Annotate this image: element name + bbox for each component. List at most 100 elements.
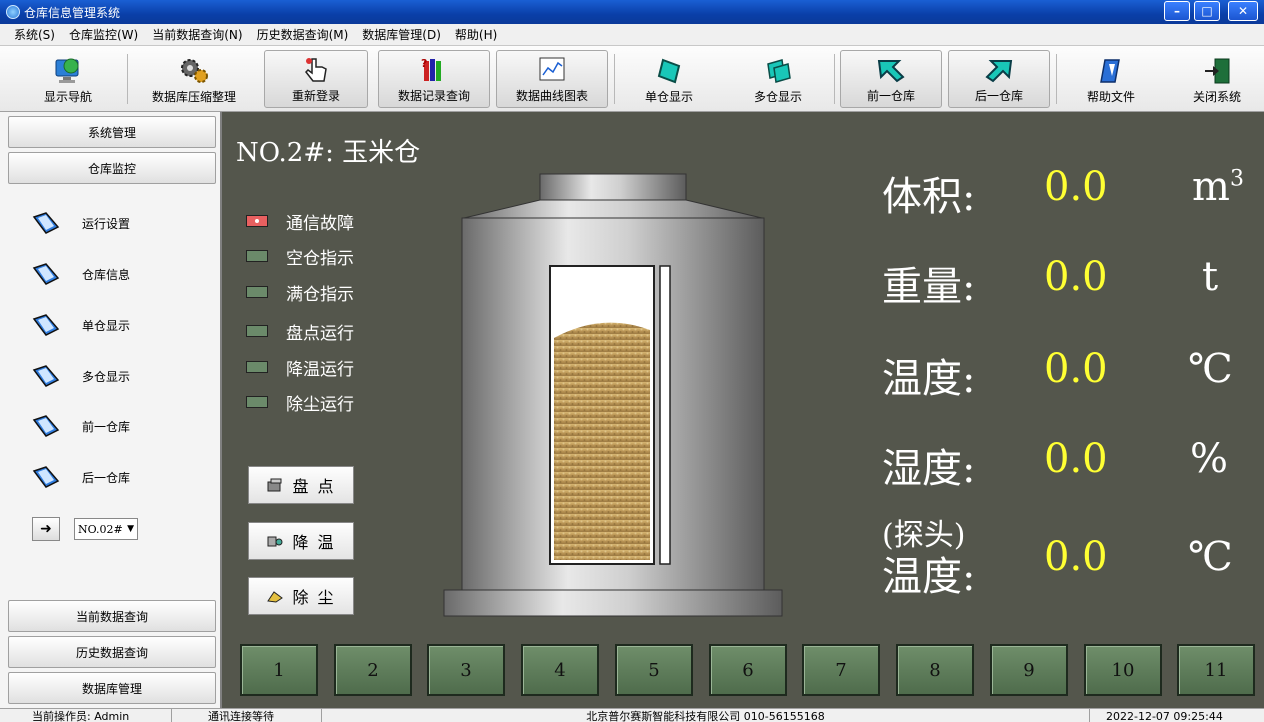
toolbar-help-button[interactable]: 帮助文件 [1064,50,1158,108]
bin-button-7[interactable]: 7 [802,644,880,696]
bin-button-10[interactable]: 10 [1084,644,1162,696]
menu-database[interactable]: 数据库管理(D) [362,26,441,43]
led-icon [246,250,268,262]
chevron-down-icon: ▼ [127,524,134,534]
cooling-icon [266,533,284,549]
status-datetime: 2022-12-07 09:25:44 [1106,710,1223,722]
app-icon [6,5,20,19]
toolbar-exit-button[interactable]: 关闭系统 [1170,50,1264,108]
bin-icon [30,414,60,438]
bin-button-11[interactable]: 11 [1177,644,1255,696]
probe-temp-value: 0.0 [1044,534,1108,580]
prev-arrow-icon [875,55,907,85]
indicator-comm-fault: 通信故障 [246,210,354,234]
bin-button-2[interactable]: 2 [334,644,412,696]
toolbar-multi-bin-button[interactable]: 多仓显示 [730,50,826,108]
sidebar-item-single-bin[interactable]: 单仓显示 [30,310,130,340]
status-comm: 通讯连接等待 [172,709,322,722]
single-bin-icon [653,56,685,86]
go-arrow-button[interactable]: ➜ [32,517,60,541]
led-icon [246,396,268,408]
sidebar-header-database[interactable]: 数据库管理 [8,672,216,704]
volume-unit: m3 [1192,164,1244,210]
sidebar-item-run-settings[interactable]: 运行设置 [30,208,130,238]
bin-select-dropdown[interactable]: NO.02# ▼ [74,518,138,540]
sidebar-header-warehouse-monitor[interactable]: 仓库监控 [8,152,216,184]
sidebar-header-history-query[interactable]: 历史数据查询 [8,636,216,668]
bin-button-1[interactable]: 1 [240,644,318,696]
menu-system[interactable]: 系统(S) [14,26,55,43]
sidebar-header-system[interactable]: 系统管理 [8,116,216,148]
sidebar-item-next-bin[interactable]: 后一仓库 [30,462,130,492]
dust-removal-button[interactable]: 除 尘 [248,577,354,615]
bin-monitor-panel: NO.2#: 玉米仓 通信故障 空仓指示 满仓指示 盘点运行 降温运行 除尘运行… [222,112,1264,708]
silo-illustration [443,173,783,617]
toolbar-record-query-button[interactable]: ? 数据记录查询 [378,50,490,108]
inventory-icon [266,477,284,493]
bin-icon [30,313,60,337]
chart-icon [536,55,568,85]
multi-bin-icon [762,56,794,86]
sidebar-header-current-query[interactable]: 当前数据查询 [8,600,216,632]
probe-temp-unit: ℃ [1188,534,1233,580]
bin-button-5[interactable]: 5 [615,644,693,696]
bin-icon [30,211,60,235]
bin-button-6[interactable]: 6 [709,644,787,696]
svg-text:?: ? [421,57,427,70]
hand-cursor-icon [300,55,332,85]
toolbar-next-bin-button[interactable]: 后一仓库 [948,50,1050,108]
toolbar-db-compact-button[interactable]: 数据库压缩整理 [134,50,254,108]
probe-temp-label-line2: 温度: [882,554,976,600]
probe-temp-label-line1: (探头) [882,518,966,553]
page-title: NO.2#: 玉米仓 [236,138,421,168]
temperature-value: 0.0 [1044,346,1108,392]
dust-icon [266,588,284,604]
toolbar: 显示导航 数据库压缩整理 重新登录 ? 数据记录查询 数据曲线图表 单仓显示 多… [0,46,1264,112]
menu-current-query[interactable]: 当前数据查询(N) [152,26,242,43]
maximize-button[interactable]: □ [1194,1,1220,21]
cooling-button[interactable]: 降 温 [248,522,354,560]
close-button[interactable]: ✕ [1228,1,1258,21]
bin-button-8[interactable]: 8 [896,644,974,696]
status-company: 北京普尔赛斯智能科技有限公司 010-56155168 [322,709,1090,722]
menu-bar: 系统(S) 仓库监控(W) 当前数据查询(N) 历史数据查询(M) 数据库管理(… [0,24,1264,46]
toolbar-single-bin-button[interactable]: 单仓显示 [622,50,716,108]
menu-warehouse-monitor[interactable]: 仓库监控(W) [69,26,138,43]
app-window: 仓库信息管理系统 – □ ✕ 系统(S) 仓库监控(W) 当前数据查询(N) 历… [0,0,1264,722]
sidebar-item-bin-info[interactable]: 仓库信息 [30,259,130,289]
toolbar-show-nav-button[interactable]: 显示导航 [10,50,126,108]
books-icon: ? [418,55,450,85]
toolbar-prev-bin-button[interactable]: 前一仓库 [840,50,942,108]
bin-button-3[interactable]: 3 [427,644,505,696]
nav-sidebar: 系统管理 仓库监控 运行设置 仓库信息 单仓显示 多仓显示 前一仓库 后一仓库 … [0,112,222,708]
weight-label: 重量: [882,264,976,310]
temperature-label: 温度: [882,356,976,402]
exit-door-icon [1201,56,1233,86]
temperature-unit: ℃ [1188,346,1233,392]
weight-unit: t [1202,254,1219,300]
menu-history-query[interactable]: 历史数据查询(M) [257,26,349,43]
toolbar-relogin-button[interactable]: 重新登录 [264,50,368,108]
toolbar-separator [127,54,128,104]
indicator-dust-run: 除尘运行 [246,391,354,415]
sidebar-item-prev-bin[interactable]: 前一仓库 [30,411,130,441]
window-title: 仓库信息管理系统 [24,5,121,20]
humidity-unit: % [1190,436,1229,482]
help-book-icon [1095,56,1127,86]
inventory-button[interactable]: 盘 点 [248,466,354,504]
volume-value: 0.0 [1044,164,1108,210]
minimize-button[interactable]: – [1164,1,1190,21]
weight-value: 0.0 [1044,254,1108,300]
menu-help[interactable]: 帮助(H) [455,26,497,43]
toolbar-data-chart-button[interactable]: 数据曲线图表 [496,50,608,108]
bin-button-4[interactable]: 4 [521,644,599,696]
sidebar-item-multi-bin[interactable]: 多仓显示 [30,361,130,391]
monitor-globe-icon [52,56,84,86]
status-bar: 当前操作员: Admin 通讯连接等待 北京普尔赛斯智能科技有限公司 010-5… [0,708,1264,722]
bin-button-9[interactable]: 9 [990,644,1068,696]
indicator-inventory-run: 盘点运行 [246,320,354,344]
led-icon [246,361,268,373]
bin-icon [30,465,60,489]
toolbar-separator [1056,54,1057,104]
humidity-label: 湿度: [882,446,976,492]
